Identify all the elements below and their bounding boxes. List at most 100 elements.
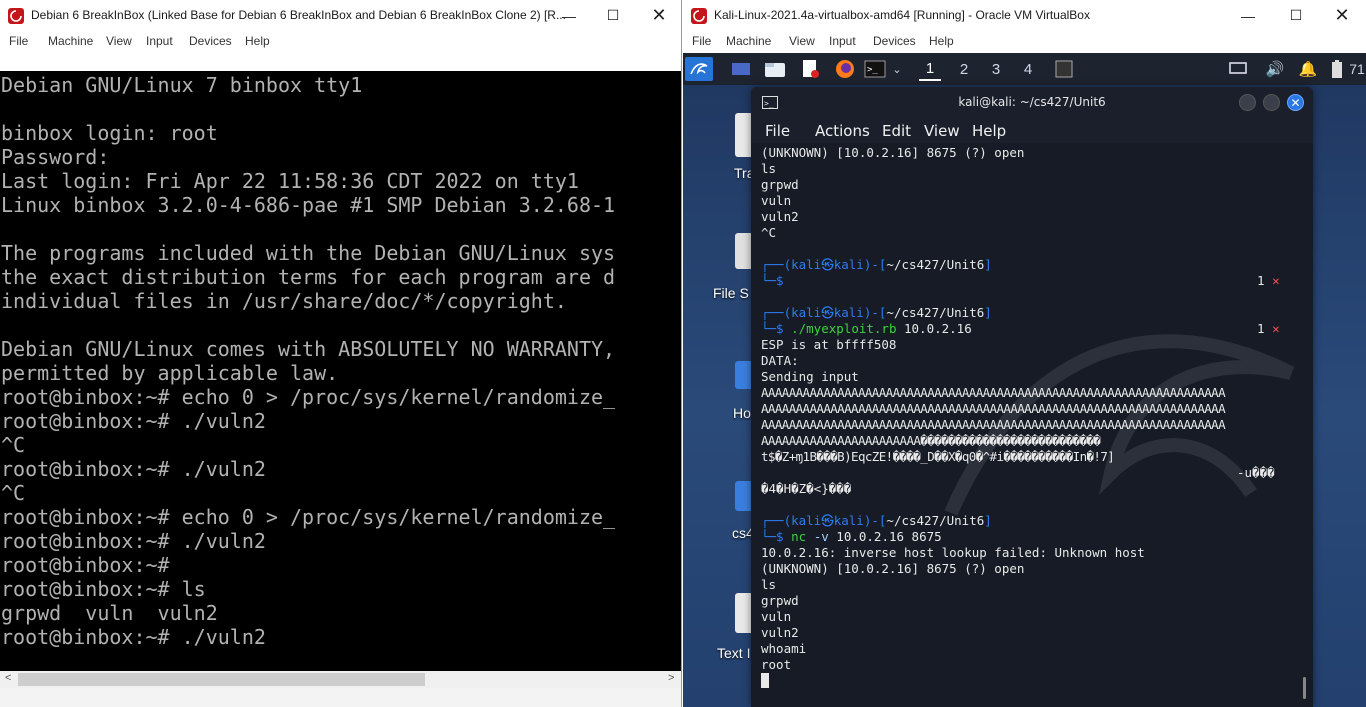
console-line: individual files in /usr/share/doc/*/cop… bbox=[1, 289, 567, 313]
menu-help[interactable]: Help bbox=[245, 34, 270, 48]
prompt-at: ㉿ bbox=[821, 257, 834, 272]
term-menu-file[interactable]: File bbox=[765, 122, 790, 140]
command-line: └─$ nc -v 10.0.2.16 8675 bbox=[761, 529, 942, 544]
prompt-line: ┌──(kali㉿kali)-[~/cs427/Unit6] bbox=[761, 513, 992, 528]
menu-view[interactable]: View bbox=[106, 34, 132, 48]
battery-icon[interactable] bbox=[1327, 57, 1347, 81]
term-menu-help[interactable]: Help bbox=[972, 122, 1006, 140]
menu-devices[interactable]: Devices bbox=[189, 34, 232, 48]
exit-status: 1 ✕ bbox=[1257, 321, 1280, 337]
virtualbox-icon bbox=[8, 8, 24, 24]
kali-top-panel: >_ ⌄ 1 2 3 4 🔊 🔔 71 bbox=[683, 53, 1366, 85]
terminal-line: AAAAAAAAAAAAAAAAAAAAAAAAAAAAAAAAAAAAAAAA… bbox=[761, 401, 1226, 416]
console-line: grpwd vuln vuln2 bbox=[1, 601, 218, 625]
terminal-line: AAAAAAAAAAAAAAAAAAAAAAAAAAAAAAAAAAAAAAAA… bbox=[761, 417, 1226, 432]
console-line: root@binbox:~# ./vuln2 bbox=[1, 409, 266, 433]
terminal-line: root bbox=[761, 657, 792, 672]
title-bar[interactable]: Kali-Linux-2021.4a-virtualbox-amd64 [Run… bbox=[683, 0, 1366, 31]
terminal-title-bar[interactable]: >_ kali@kali: ~/cs427/Unit6 ✕ bbox=[751, 87, 1313, 117]
prompt-line: ┌──(kali㉿kali)-[~/cs427/Unit6] bbox=[761, 305, 992, 320]
file-manager-icon[interactable] bbox=[763, 57, 787, 81]
volume-icon[interactable]: 🔊 bbox=[1264, 57, 1286, 81]
text-editor-icon[interactable] bbox=[798, 57, 822, 81]
terminal-line: (UNKNOWN) [10.0.2.16] 8675 (?) open bbox=[761, 145, 1025, 160]
command-arg: 10.0.2.16 8675 bbox=[836, 529, 942, 544]
scroll-left-arrow-icon[interactable]: < bbox=[5, 672, 11, 684]
show-desktop-icon[interactable] bbox=[729, 57, 753, 81]
prompt-path: ~/cs427/Unit6 bbox=[886, 513, 985, 528]
terminal-line: ls bbox=[761, 161, 777, 176]
command: nc bbox=[791, 529, 807, 544]
workspace-4[interactable]: 4 bbox=[1017, 57, 1039, 81]
workspace-3[interactable]: 3 bbox=[985, 57, 1007, 81]
menu-help[interactable]: Help bbox=[929, 34, 954, 48]
prompt-line: └─$ bbox=[761, 273, 784, 288]
menu-devices[interactable]: Devices bbox=[873, 34, 916, 48]
chevron-down-icon[interactable]: ⌄ bbox=[890, 57, 904, 81]
terminal-close-button[interactable]: ✕ bbox=[1287, 94, 1304, 111]
title-bar[interactable]: Debian 6 BreakInBox (Linked Base for Deb… bbox=[0, 0, 681, 31]
term-menu-actions[interactable]: Actions bbox=[815, 122, 870, 140]
console-line: ^C bbox=[1, 433, 26, 457]
workspace-2[interactable]: 2 bbox=[953, 57, 975, 81]
console-line: root@binbox:~# ./vuln2 bbox=[1, 457, 266, 481]
maximize-button[interactable]: ☐ bbox=[1273, 0, 1319, 31]
close-button[interactable]: ✕ bbox=[636, 0, 681, 31]
terminal-maximize-button[interactable] bbox=[1263, 94, 1280, 111]
terminal-line: -u��� bbox=[1237, 465, 1275, 480]
prompt-host: kali bbox=[833, 305, 864, 320]
menu-file[interactable]: File bbox=[9, 34, 28, 48]
notification-bell-icon[interactable]: 🔔 bbox=[1297, 57, 1319, 81]
vm-console[interactable]: Debian GNU/Linux 7 binbox tty1 binbox lo… bbox=[0, 71, 681, 671]
terminal-line: �4�H�Z�<}��� bbox=[761, 481, 852, 496]
console-line: Last login: Fri Apr 22 11:58:36 CDT 2022… bbox=[1, 169, 579, 193]
terminal-window: >_ kali@kali: ~/cs427/Unit6 ✕ File Actio… bbox=[751, 87, 1313, 707]
error-x-icon: ✕ bbox=[1272, 273, 1280, 288]
terminal-line: AAAAAAAAAAAAAAAAAAAAAAA�����������������… bbox=[761, 433, 1101, 448]
minimize-button[interactable]: — bbox=[546, 0, 592, 31]
firefox-icon[interactable] bbox=[833, 57, 857, 81]
terminal-line: Sending input bbox=[761, 369, 859, 384]
maximize-button[interactable]: ☐ bbox=[590, 0, 636, 31]
kali-menu-icon[interactable] bbox=[685, 57, 713, 81]
prompt-user: kali bbox=[791, 513, 822, 528]
desktop-icon-label: File S bbox=[713, 285, 749, 301]
desktop-icon-label: Ho bbox=[733, 405, 751, 421]
prompt-line: ┌──(kali㉿kali)-[~/cs427/Unit6] bbox=[761, 257, 992, 272]
terminal-line: ls bbox=[761, 577, 777, 592]
terminal-title: kali@kali: ~/cs427/Unit6 bbox=[958, 95, 1106, 109]
workspace-1[interactable]: 1 bbox=[919, 57, 941, 81]
console-line: ^C bbox=[1, 481, 26, 505]
terminal-scrollbar[interactable] bbox=[1303, 677, 1306, 699]
terminal-task-icon[interactable] bbox=[1054, 57, 1074, 81]
menu-machine[interactable]: Machine bbox=[726, 34, 771, 48]
console-line: root@binbox:~# ./vuln2 bbox=[1, 625, 266, 649]
menu-view[interactable]: View bbox=[789, 34, 815, 48]
status-bar bbox=[0, 688, 681, 707]
scroll-right-arrow-icon[interactable]: > bbox=[668, 672, 674, 684]
term-menu-edit[interactable]: Edit bbox=[882, 122, 911, 140]
console-line: root@binbox:~# bbox=[1, 553, 170, 577]
menu-machine[interactable]: Machine bbox=[48, 34, 93, 48]
prompt-at: ㉿ bbox=[821, 305, 834, 320]
terminal-icon[interactable]: >_ bbox=[863, 57, 887, 81]
menu-input[interactable]: Input bbox=[146, 34, 173, 48]
horizontal-scrollbar[interactable]: < > bbox=[0, 671, 681, 688]
terminal-minimize-button[interactable] bbox=[1239, 94, 1256, 111]
menu-file[interactable]: File bbox=[692, 34, 711, 48]
terminal-output[interactable]: (UNKNOWN) [10.0.2.16] 8675 (?) open ls g… bbox=[751, 143, 1313, 707]
menu-input[interactable]: Input bbox=[829, 34, 856, 48]
terminal-line: (UNKNOWN) [10.0.2.16] 8675 (?) open bbox=[761, 561, 1025, 576]
close-button[interactable]: ✕ bbox=[1319, 0, 1365, 31]
display-icon[interactable] bbox=[1227, 57, 1249, 81]
debian-vm-window: Debian 6 BreakInBox (Linked Base for Deb… bbox=[0, 0, 682, 707]
prompt-path: ~/cs427/Unit6 bbox=[886, 305, 985, 320]
scroll-thumb[interactable] bbox=[18, 673, 425, 686]
console-line: binbox login: root bbox=[1, 121, 218, 145]
terminal-menu-bar: File Actions Edit View Help bbox=[751, 117, 1313, 143]
command-line: └─$ ./myexploit.rb 10.0.2.16 bbox=[761, 321, 972, 336]
term-menu-view[interactable]: View bbox=[924, 122, 960, 140]
command-flag: -v bbox=[813, 529, 829, 544]
console-line: the exact distribution terms for each pr… bbox=[1, 265, 616, 289]
minimize-button[interactable]: — bbox=[1225, 0, 1271, 31]
